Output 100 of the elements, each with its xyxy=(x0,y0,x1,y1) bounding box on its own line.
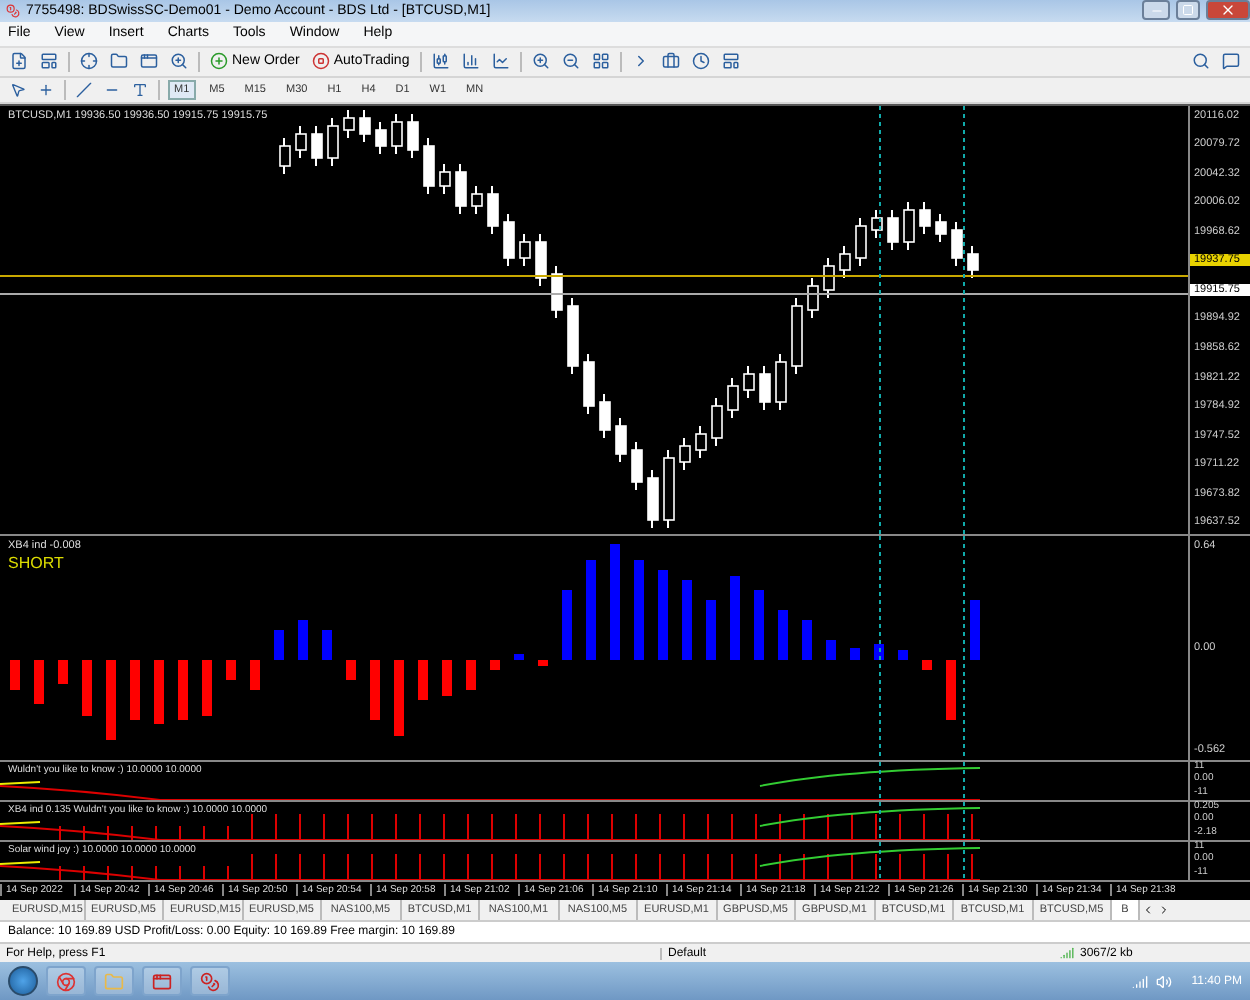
histogram-bar xyxy=(130,659,140,719)
zoom-in-icon[interactable] xyxy=(168,52,190,71)
candlestick xyxy=(919,200,931,234)
histogram-bar xyxy=(850,647,860,659)
coins-icon xyxy=(200,971,220,992)
histogram-bar xyxy=(106,659,116,739)
crosshair-icon[interactable] xyxy=(36,81,56,98)
candlestick xyxy=(791,296,803,374)
trendline-icon[interactable] xyxy=(74,81,94,98)
candlestick xyxy=(631,440,643,490)
maximize-button[interactable] xyxy=(1176,0,1200,21)
stop-icon xyxy=(311,52,330,71)
clock-icon[interactable] xyxy=(689,52,712,71)
candlestick xyxy=(695,424,707,458)
start-button[interactable] xyxy=(8,966,38,997)
candlestick xyxy=(951,220,963,266)
histogram-bar xyxy=(298,619,308,659)
candlestick xyxy=(727,376,739,418)
maximize-icon xyxy=(1182,4,1194,17)
close-icon xyxy=(1220,2,1236,19)
trading-taskbar-button[interactable] xyxy=(190,966,230,997)
file-plus-icon[interactable] xyxy=(8,52,30,71)
zoom-in-icon[interactable] xyxy=(529,52,552,71)
layout-icon[interactable] xyxy=(38,52,60,71)
histogram-bar xyxy=(226,659,236,679)
browser-icon xyxy=(56,971,76,992)
histogram-bar xyxy=(178,659,188,719)
zoom-out-icon[interactable] xyxy=(559,52,582,71)
chat-icon[interactable] xyxy=(1220,52,1242,71)
candlestick xyxy=(407,112,419,158)
network-icon[interactable] xyxy=(1131,973,1148,990)
candlestick xyxy=(647,468,659,528)
candlestick xyxy=(855,216,867,266)
histogram-bar xyxy=(418,659,428,699)
candlestick xyxy=(871,208,883,238)
candlestick xyxy=(359,108,371,142)
candlestick xyxy=(583,352,595,414)
histogram-bar xyxy=(514,653,524,659)
candlestick xyxy=(775,352,787,410)
histogram-bar xyxy=(322,629,332,659)
candlestick xyxy=(679,436,691,470)
candlestick xyxy=(471,184,483,214)
app-icon xyxy=(6,3,20,18)
histogram-bar xyxy=(58,659,68,683)
candlestick xyxy=(311,124,323,166)
candlestick xyxy=(279,136,291,174)
candlestick xyxy=(487,184,499,234)
candlestick xyxy=(663,448,675,528)
histogram-bar xyxy=(898,649,908,659)
folder-icon[interactable] xyxy=(108,52,130,71)
candlestick xyxy=(599,392,611,438)
histogram-bar xyxy=(922,659,932,669)
cursor-line-drawing xyxy=(879,841,965,879)
folder-icon xyxy=(104,971,124,992)
candlestick xyxy=(551,264,563,318)
histogram-bar xyxy=(778,609,788,659)
line-chart-icon[interactable] xyxy=(489,52,512,71)
cursor-icon[interactable] xyxy=(8,81,28,98)
histogram-bar xyxy=(490,659,500,669)
candlestick xyxy=(519,232,531,266)
histogram-bar xyxy=(538,659,548,665)
histogram-bar xyxy=(754,589,764,659)
histogram-bar xyxy=(34,659,44,703)
candlestick xyxy=(903,200,915,250)
app-taskbar-button[interactable] xyxy=(142,966,182,997)
volume-icon[interactable] xyxy=(1155,973,1172,990)
histogram-bar xyxy=(874,643,884,659)
bar-chart-icon[interactable] xyxy=(459,52,482,71)
histogram-bar xyxy=(442,659,452,695)
minimize-button[interactable] xyxy=(1142,0,1170,21)
candlestick xyxy=(743,364,755,398)
candlestick xyxy=(343,108,355,138)
candlestick-icon[interactable] xyxy=(429,52,452,71)
browser-taskbar-button[interactable] xyxy=(46,966,86,997)
candlestick xyxy=(823,256,835,298)
search-icon[interactable] xyxy=(1190,52,1212,71)
candlestick xyxy=(759,364,771,410)
histogram-bar xyxy=(10,659,20,689)
histogram-bar xyxy=(82,659,92,715)
candlestick xyxy=(615,416,627,462)
candlestick xyxy=(887,208,899,250)
histogram-bar xyxy=(250,659,260,689)
candlestick xyxy=(535,232,547,286)
close-button[interactable] xyxy=(1206,0,1250,21)
grid-icon[interactable] xyxy=(589,52,612,71)
histogram-bar xyxy=(946,659,956,719)
histogram-bar xyxy=(826,639,836,659)
histogram-bar xyxy=(394,659,404,735)
histogram-bar xyxy=(586,559,596,659)
crosshair-icon[interactable] xyxy=(78,52,100,71)
template-icon[interactable] xyxy=(719,52,742,71)
text-icon[interactable] xyxy=(130,81,150,98)
histogram-bar xyxy=(346,659,356,679)
window-icon[interactable] xyxy=(138,52,160,71)
candlestick xyxy=(375,120,387,154)
histogram-bar xyxy=(634,559,644,659)
cursor-line-drawing xyxy=(879,801,965,839)
histogram-bar xyxy=(658,569,668,659)
histogram-bar xyxy=(610,543,620,659)
candlestick xyxy=(423,136,435,194)
